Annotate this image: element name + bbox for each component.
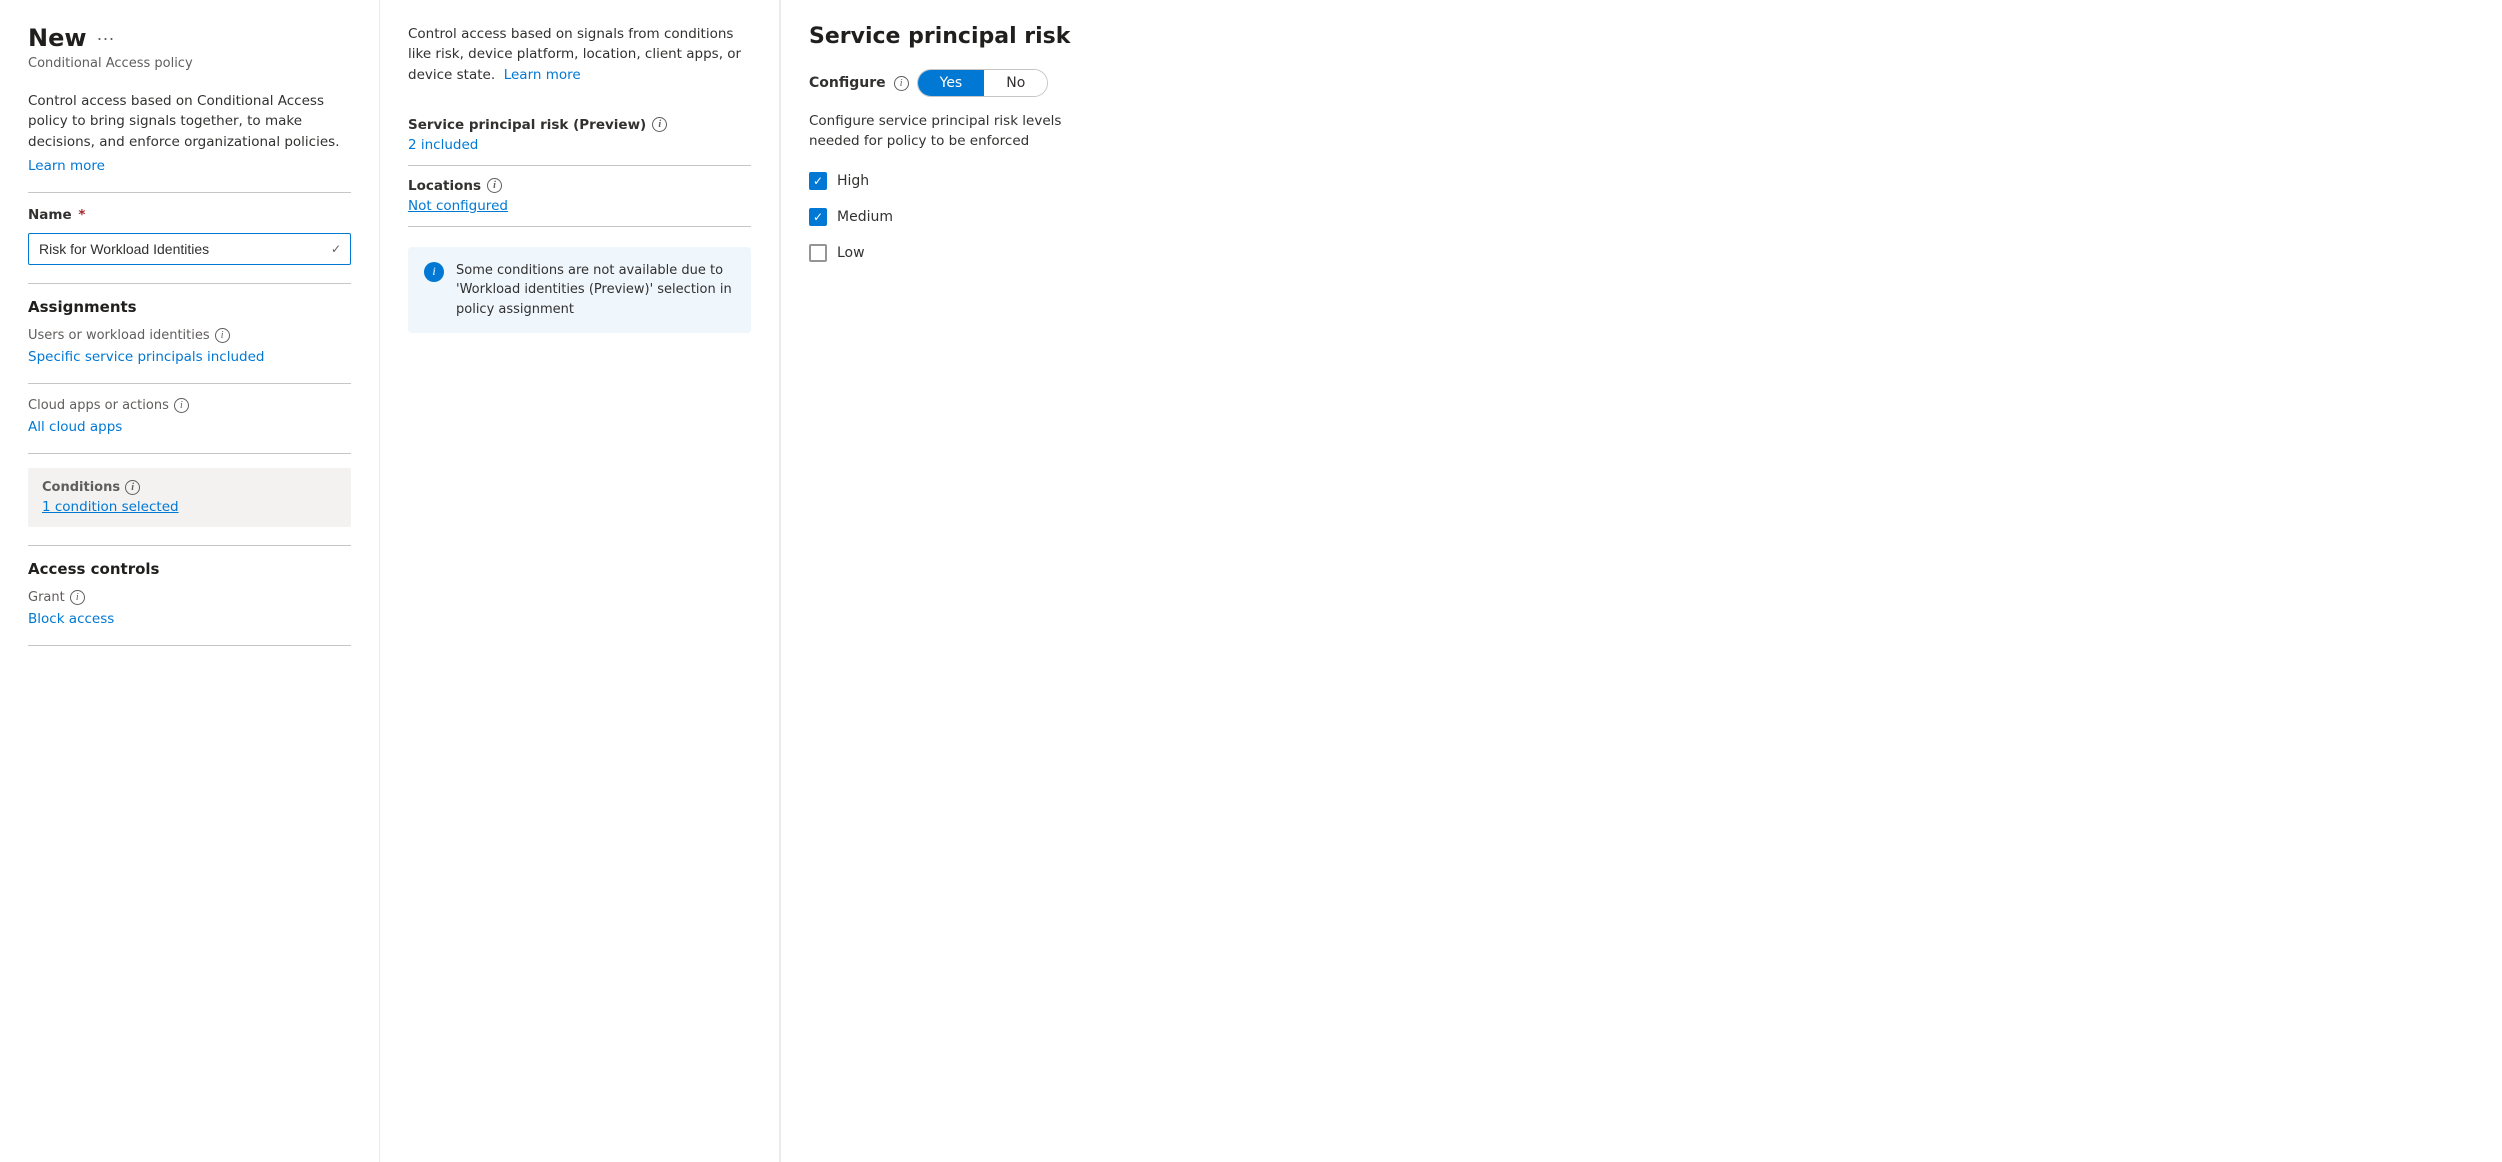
- right-panel-title: Service principal risk: [809, 24, 1092, 49]
- cloud-apps-info-icon[interactable]: i: [174, 398, 189, 413]
- middle-panel: Control access based on signals from con…: [380, 0, 780, 1162]
- conditions-label: Conditions i: [42, 480, 337, 495]
- configure-row: Configure i Yes No: [809, 69, 1092, 97]
- high-checkmark: ✓: [813, 175, 823, 187]
- page-subtitle: Conditional Access policy: [28, 56, 351, 71]
- low-checkbox[interactable]: [809, 244, 827, 262]
- high-checkbox-row: ✓ High: [809, 172, 1092, 190]
- page-title: New: [28, 24, 87, 52]
- divider-6: [28, 645, 351, 646]
- access-controls-heading: Access controls: [28, 560, 351, 578]
- access-controls-section: Access controls Grant i Block access: [28, 560, 351, 646]
- medium-label: Medium: [837, 209, 893, 225]
- service-principal-risk-row: Service principal risk (Preview) i 2 inc…: [408, 105, 751, 166]
- medium-checkbox[interactable]: ✓: [809, 208, 827, 226]
- service-principal-risk-label: Service principal risk (Preview) i: [408, 117, 751, 133]
- more-options-button[interactable]: ···: [97, 28, 115, 49]
- locations-label: Locations i: [408, 178, 751, 194]
- conditions-info-icon[interactable]: i: [125, 480, 140, 495]
- configure-info-icon[interactable]: i: [894, 76, 909, 91]
- middle-learn-more-link[interactable]: Learn more: [504, 67, 581, 83]
- assignments-heading: Assignments: [28, 298, 351, 316]
- configure-description: Configure service principal risk levels …: [809, 111, 1092, 152]
- grant-value-link[interactable]: Block access: [28, 611, 114, 627]
- grant-label: Grant i: [28, 590, 351, 605]
- conditions-box: Conditions i 1 condition selected: [28, 468, 351, 527]
- service-principal-info-icon[interactable]: i: [652, 117, 667, 132]
- required-star: *: [74, 207, 86, 223]
- yes-button[interactable]: Yes: [918, 70, 985, 96]
- right-panel: Service principal risk Configure i Yes N…: [780, 0, 1120, 1162]
- users-label: Users or workload identities i: [28, 328, 351, 343]
- name-input[interactable]: [28, 233, 351, 265]
- middle-description: Control access based on signals from con…: [408, 24, 751, 85]
- users-value-link[interactable]: Specific service principals included: [28, 349, 264, 365]
- info-box-text: Some conditions are not available due to…: [456, 261, 735, 320]
- locations-value-link[interactable]: Not configured: [408, 198, 508, 214]
- service-principal-risk-value: 2 included: [408, 137, 478, 153]
- divider-4: [28, 453, 351, 454]
- medium-checkmark: ✓: [813, 211, 823, 223]
- configure-label: Configure: [809, 75, 886, 91]
- medium-checkbox-row: ✓ Medium: [809, 208, 1092, 226]
- cloud-apps-value-link[interactable]: All cloud apps: [28, 419, 122, 435]
- divider-1: [28, 192, 351, 193]
- name-label: Name *: [28, 207, 351, 223]
- page-title-area: New ···: [28, 24, 351, 52]
- users-info-icon[interactable]: i: [215, 328, 230, 343]
- no-button[interactable]: No: [984, 70, 1047, 96]
- yes-no-toggle: Yes No: [917, 69, 1049, 97]
- divider-5: [28, 545, 351, 546]
- chevron-down-icon: ✓: [331, 242, 341, 256]
- left-panel: New ··· Conditional Access policy Contro…: [0, 0, 380, 1162]
- cloud-apps-label: Cloud apps or actions i: [28, 398, 351, 413]
- low-label: Low: [837, 245, 865, 261]
- divider-3: [28, 383, 351, 384]
- low-checkbox-row: Low: [809, 244, 1092, 262]
- divider-2: [28, 283, 351, 284]
- locations-info-icon[interactable]: i: [487, 178, 502, 193]
- left-learn-more-link[interactable]: Learn more: [28, 158, 105, 174]
- high-label: High: [837, 173, 869, 189]
- grant-info-icon[interactable]: i: [70, 590, 85, 605]
- info-box: i Some conditions are not available due …: [408, 247, 751, 334]
- left-description: Control access based on Conditional Acce…: [28, 91, 351, 152]
- conditions-value-link[interactable]: 1 condition selected: [42, 499, 179, 515]
- locations-row: Locations i Not configured: [408, 166, 751, 227]
- high-checkbox[interactable]: ✓: [809, 172, 827, 190]
- name-input-wrap: ✓: [28, 233, 351, 265]
- info-box-icon: i: [424, 262, 444, 282]
